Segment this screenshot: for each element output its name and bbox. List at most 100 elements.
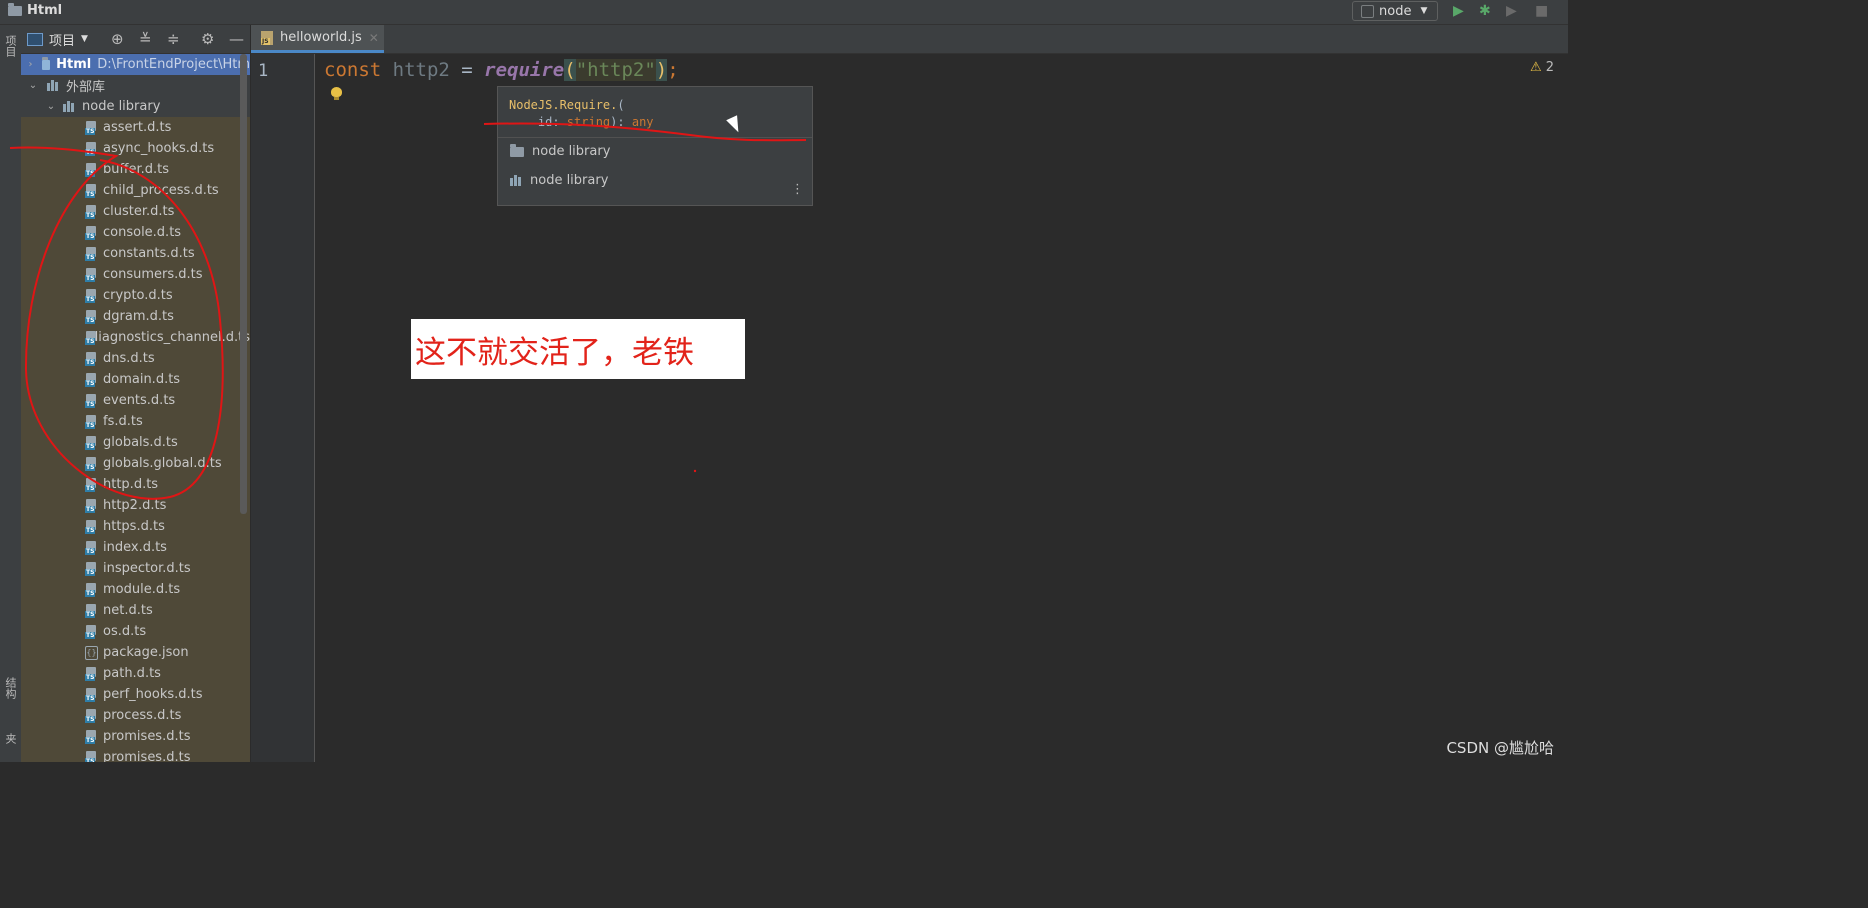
- tree-file-label: promises.d.ts: [103, 729, 191, 744]
- ts-file-icon: [85, 414, 98, 429]
- tree-file-item[interactable]: domain.d.ts: [21, 369, 250, 390]
- run-configuration-select[interactable]: node ▼: [1352, 1, 1438, 21]
- annotation-text: 这不就交活了，老铁: [415, 334, 694, 371]
- signature-mid: ):: [610, 115, 632, 129]
- tree-file-item[interactable]: dns.d.ts: [21, 348, 250, 369]
- tree-file-item[interactable]: index.d.ts: [21, 537, 250, 558]
- ts-file-icon: [85, 477, 98, 492]
- tree-file-label: domain.d.ts: [103, 372, 181, 387]
- tree-file-item[interactable]: events.d.ts: [21, 390, 250, 411]
- tree-file-item[interactable]: net.d.ts: [21, 600, 250, 621]
- ts-file-icon: [85, 120, 98, 135]
- tree-file-label: index.d.ts: [103, 540, 167, 555]
- popup-library-label: node library: [532, 144, 611, 159]
- tree-file-item[interactable]: console.d.ts: [21, 222, 250, 243]
- tree-root-html[interactable]: › Html D:\FrontEndProject\Htm: [21, 54, 250, 75]
- library-icon: [510, 175, 524, 186]
- tree-external-libraries[interactable]: ⌄ 外部库: [21, 75, 250, 96]
- tree-file-item[interactable]: globals.global.d.ts: [21, 453, 250, 474]
- tree-scrollbar[interactable]: [240, 54, 247, 514]
- debug-icon[interactable]: ✱: [1479, 3, 1491, 19]
- signature-open: (: [617, 98, 625, 112]
- tree-file-label: console.d.ts: [103, 225, 182, 240]
- documentation-popup: NodeJS.Require.( id: string): any node l…: [497, 86, 813, 206]
- chevron-right-icon[interactable]: ›: [27, 59, 34, 70]
- ts-file-icon: [85, 351, 98, 366]
- popup-library-link[interactable]: node library: [510, 173, 608, 188]
- more-options-icon[interactable]: ⋮: [791, 182, 804, 197]
- coverage-icon[interactable]: ▶: [1506, 3, 1517, 19]
- tree-file-item[interactable]: buffer.d.ts: [21, 159, 250, 180]
- tree-file-item[interactable]: async_hooks.d.ts: [21, 138, 250, 159]
- project-view-selector[interactable]: 项目 ▼: [27, 30, 88, 49]
- tree-file-item[interactable]: http.d.ts: [21, 474, 250, 495]
- tree-file-label: constants.d.ts: [103, 246, 195, 261]
- tool-window-project[interactable]: 项目: [2, 35, 18, 57]
- tree-file-item[interactable]: promises.d.ts: [21, 726, 250, 747]
- tree-file-item[interactable]: module.d.ts: [21, 579, 250, 600]
- tree-file-item[interactable]: process.d.ts: [21, 705, 250, 726]
- tree-file-item[interactable]: globals.d.ts: [21, 432, 250, 453]
- ts-file-icon: [85, 288, 98, 303]
- tab-helloworld-js[interactable]: helloworld.js ✕: [251, 25, 384, 53]
- tree-file-label: globals.d.ts: [103, 435, 178, 450]
- tool-window-structure[interactable]: 结构: [2, 677, 18, 699]
- tree-file-item[interactable]: os.d.ts: [21, 621, 250, 642]
- ts-file-icon: [85, 162, 98, 177]
- tree-file-item[interactable]: promises.d.ts: [21, 747, 250, 762]
- tree-file-item[interactable]: {} package.json: [21, 642, 250, 663]
- tree-file-item[interactable]: https.d.ts: [21, 516, 250, 537]
- tree-file-item[interactable]: assert.d.ts: [21, 117, 250, 138]
- expand-all-icon[interactable]: ≚: [139, 30, 152, 48]
- tree-file-item[interactable]: child_process.d.ts: [21, 180, 250, 201]
- tree-file-label: consumers.d.ts: [103, 267, 203, 282]
- tree-file-label: events.d.ts: [103, 393, 176, 408]
- code-line[interactable]: const http2 = require("http2");: [324, 59, 679, 81]
- ts-file-icon: [85, 225, 98, 240]
- chevron-down-icon[interactable]: ⌄: [27, 80, 39, 91]
- folder-icon: [8, 2, 22, 16]
- tree-file-label: cluster.d.ts: [103, 204, 175, 219]
- project-tree: › Html D:\FrontEndProject\Htm ⌄ 外部库 ⌄ no…: [21, 54, 250, 762]
- tree-file-label: diagnostics_channel.d.ts: [90, 330, 250, 345]
- tree-file-item[interactable]: path.d.ts: [21, 663, 250, 684]
- hide-icon[interactable]: —: [229, 30, 244, 48]
- ts-file-icon: [85, 666, 98, 681]
- tree-file-label: net.d.ts: [103, 603, 153, 618]
- tree-file-item[interactable]: http2.d.ts: [21, 495, 250, 516]
- root-name: Html: [56, 57, 92, 72]
- chevron-down-icon[interactable]: ⌄: [45, 101, 57, 112]
- code-paren-close: ): [655, 59, 668, 81]
- popup-library-link[interactable]: node library: [510, 143, 611, 159]
- lightbulb-icon[interactable]: [331, 87, 342, 100]
- editor-tab-bar: helloworld.js ✕: [251, 25, 1568, 54]
- run-icon[interactable]: ▶: [1453, 3, 1464, 19]
- locate-icon[interactable]: ⊕: [111, 30, 124, 48]
- line-number: 1: [258, 61, 269, 81]
- node-icon: [1361, 4, 1374, 18]
- tree-file-label: module.d.ts: [103, 582, 181, 597]
- tree-file-item[interactable]: fs.d.ts: [21, 411, 250, 432]
- close-icon[interactable]: ✕: [369, 31, 379, 45]
- stop-icon[interactable]: ■: [1535, 3, 1548, 19]
- tree-file-item[interactable]: perf_hooks.d.ts: [21, 684, 250, 705]
- collapse-all-icon[interactable]: ≑: [167, 30, 180, 48]
- code-operator: =: [449, 59, 485, 81]
- tree-file-item[interactable]: dgram.d.ts: [21, 306, 250, 327]
- tree-file-item[interactable]: inspector.d.ts: [21, 558, 250, 579]
- tree-file-item[interactable]: consumers.d.ts: [21, 264, 250, 285]
- warnings-indicator[interactable]: ⚠ 2: [1530, 60, 1554, 75]
- popup-library-label: node library: [530, 173, 609, 188]
- tree-node-library[interactable]: ⌄ node library: [21, 96, 250, 117]
- tree-file-label: fs.d.ts: [103, 414, 143, 429]
- tree-file-item[interactable]: constants.d.ts: [21, 243, 250, 264]
- tree-file-item[interactable]: diagnostics_channel.d.ts: [21, 327, 250, 348]
- gear-icon[interactable]: ⚙: [201, 30, 214, 48]
- popup-divider: [498, 137, 812, 138]
- ts-file-icon: [85, 183, 98, 198]
- popup-signature: NodeJS.Require.( id: string): any: [509, 97, 654, 131]
- code-function: require: [484, 59, 565, 81]
- ts-file-icon: [85, 309, 98, 324]
- tree-file-item[interactable]: cluster.d.ts: [21, 201, 250, 222]
- tree-file-item[interactable]: crypto.d.ts: [21, 285, 250, 306]
